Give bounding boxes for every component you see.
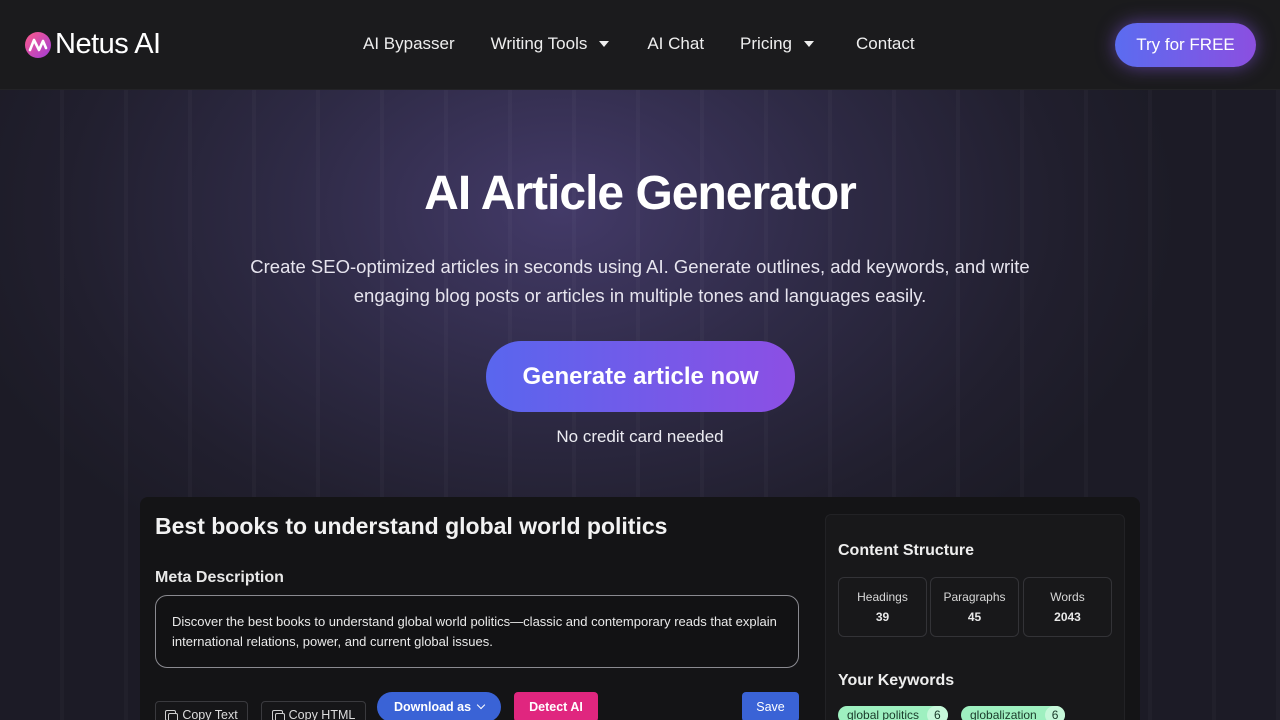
stat-paragraphs: Paragraphs 45: [930, 577, 1019, 637]
caret-down-icon: [804, 41, 815, 47]
stat-words: Words 2043: [1023, 577, 1112, 637]
article-editor-preview: Best books to understand global world po…: [140, 497, 1140, 720]
copy-html-button[interactable]: Copy HTML: [261, 701, 366, 720]
article-title: Best books to understand global world po…: [155, 513, 668, 539]
netus-logo-icon: [25, 31, 51, 58]
save-label: Save: [756, 700, 785, 714]
no-credit-card-note: No credit card needed: [556, 427, 724, 446]
nav-ai-bypasser-label: AI Bypasser: [363, 34, 455, 53]
nav-pricing[interactable]: Pricing: [740, 34, 815, 54]
keyword-label: globalization: [970, 708, 1037, 720]
save-button[interactable]: Save: [742, 692, 799, 720]
stat-label: Words: [1050, 590, 1085, 604]
top-navbar: Netus AI AI Bypasser Writing Tools AI Ch…: [0, 0, 1280, 90]
keyword-chip[interactable]: global politics 6: [838, 706, 948, 720]
copy-text-label: Copy Text: [182, 708, 238, 720]
nav-pricing-label: Pricing: [740, 34, 793, 53]
stat-value: 39: [875, 610, 890, 624]
copy-html-label: Copy HTML: [288, 708, 356, 720]
chevron-down-icon: [476, 700, 486, 710]
stat-label: Paragraphs: [943, 590, 1006, 604]
nav-ai-chat[interactable]: AI Chat: [647, 34, 704, 54]
generate-article-button[interactable]: Generate article now: [486, 341, 795, 412]
copy-icon: [165, 709, 179, 720]
meta-description-label: Meta Description: [155, 569, 284, 586]
content-sidebar: Content Structure Headings 39 Paragraphs…: [825, 514, 1125, 720]
keyword-chip[interactable]: globalization 6: [961, 706, 1066, 720]
keyword-count: 6: [1044, 706, 1066, 720]
caret-down-icon: [599, 41, 610, 47]
download-as-label: Download as: [393, 700, 472, 714]
stat-value: 45: [967, 610, 982, 624]
brand-name: Netus AI: [55, 28, 161, 60]
nav-ai-chat-label: AI Chat: [647, 34, 705, 53]
nav-ai-bypasser[interactable]: AI Bypasser: [363, 34, 455, 54]
nav-writing-tools-label: Writing Tools: [490, 34, 588, 53]
keyword-count: 6: [927, 706, 948, 720]
brand-logo[interactable]: Netus AI: [24, 28, 161, 61]
copy-text-button[interactable]: Copy Text: [155, 701, 248, 720]
your-keywords-title: Your Keywords: [838, 672, 955, 689]
nav-writing-tools[interactable]: Writing Tools: [491, 34, 610, 54]
stat-label: Headings: [857, 590, 908, 604]
main-menu: AI Bypasser Writing Tools AI Chat Pricin…: [363, 34, 915, 54]
detect-ai-button[interactable]: Detect AI: [514, 692, 598, 720]
keyword-label: global politics: [847, 708, 920, 720]
hero-subtitle-line-2: engaging blog posts or articles in multi…: [353, 285, 927, 306]
copy-icon: [271, 709, 285, 720]
download-as-button[interactable]: Download as: [377, 692, 501, 720]
try-for-free-button[interactable]: Try for FREE: [1115, 23, 1256, 67]
nav-contact-label: Contact: [856, 34, 915, 53]
nav-contact[interactable]: Contact: [856, 34, 915, 54]
meta-description-field[interactable]: Discover the best books to understand gl…: [155, 595, 799, 668]
detect-ai-label: Detect AI: [529, 700, 583, 714]
content-structure-title: Content Structure: [838, 542, 974, 559]
stat-value: 2043: [1054, 610, 1081, 624]
hero-subtitle: Create SEO-optimized articles in seconds…: [220, 252, 1060, 310]
stat-headings: Headings 39: [838, 577, 927, 637]
page-title: AI Article Generator: [424, 167, 857, 220]
hero-subtitle-line-1: Create SEO-optimized articles in seconds…: [250, 256, 1030, 277]
